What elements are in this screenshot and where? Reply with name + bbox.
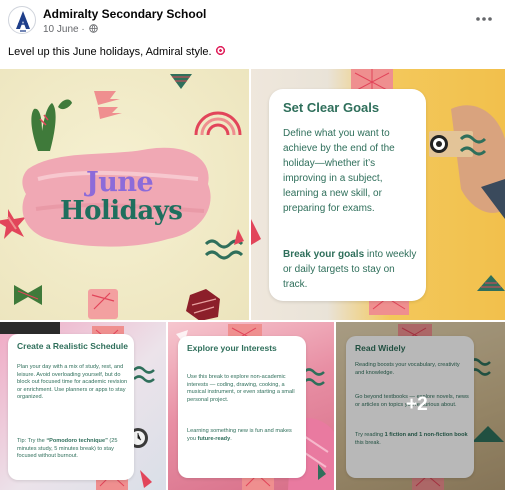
photo-june-holidays[interactable]: June Holidays bbox=[0, 69, 249, 320]
card-tip: Tip: Try the “Pomodoro technique” (25 mi… bbox=[17, 438, 131, 461]
post-caption: Level up this June holidays, Admiral sty… bbox=[8, 45, 226, 58]
card-body: Use this break to explore non-academic i… bbox=[187, 374, 295, 403]
tip-card: Explore your Interests Use this break to… bbox=[178, 336, 306, 478]
card-body: Define what you want to achieve by the e… bbox=[283, 128, 395, 214]
more-options-icon bbox=[476, 17, 492, 21]
photo-realistic-schedule[interactable]: Create a Realistic Schedule Plan your da… bbox=[0, 322, 166, 490]
page-avatar[interactable] bbox=[8, 6, 36, 34]
post-date[interactable]: 10 June bbox=[43, 24, 79, 35]
card-body-bold: Break your goals bbox=[283, 249, 365, 260]
photo-set-clear-goals[interactable]: Set Clear Goals Define what you want to … bbox=[251, 69, 505, 320]
tip-prefix: Tip: Try the bbox=[17, 438, 47, 444]
target-emoji-icon bbox=[214, 45, 226, 56]
more-photos-count[interactable]: +2 bbox=[406, 394, 428, 416]
card-body-secondary: Learning something new is fun and makes … bbox=[187, 428, 301, 443]
card-body: Plan your day with a mix of study, rest,… bbox=[17, 364, 128, 401]
school-crest-icon bbox=[16, 11, 30, 32]
tip-card: Create a Realistic Schedule Plan your da… bbox=[8, 334, 134, 480]
photo-explore-interests[interactable]: Explore your Interests Use this break to… bbox=[168, 322, 334, 490]
card-body-secondary: Break your goals into weekly or daily ta… bbox=[283, 247, 418, 292]
globe-icon bbox=[89, 24, 99, 33]
card-title: Explore your Interests bbox=[187, 343, 277, 353]
holidays-title: Holidays bbox=[60, 196, 183, 226]
card-title: Set Clear Goals bbox=[283, 100, 380, 115]
caption-text: Level up this June holidays, Admiral sty… bbox=[8, 46, 212, 58]
page-name-link[interactable]: Admiralty Secondary School bbox=[43, 7, 206, 21]
tip-bold: “Pomodoro technique” bbox=[46, 438, 108, 444]
june-title: June bbox=[86, 167, 154, 198]
more-options-button[interactable] bbox=[473, 8, 495, 30]
post-meta: 10 June · bbox=[43, 24, 99, 35]
body2-bold: future-ready bbox=[197, 435, 231, 442]
photo-read-widely[interactable]: Read Widely Reading boosts your vocabula… bbox=[336, 322, 505, 490]
body2-suffix: . bbox=[230, 435, 232, 442]
card-title: Create a Realistic Schedule bbox=[17, 341, 129, 351]
tip-card: Set Clear Goals Define what you want to … bbox=[269, 89, 426, 301]
post-header: Admiralty Secondary School 10 June · bbox=[0, 0, 505, 40]
